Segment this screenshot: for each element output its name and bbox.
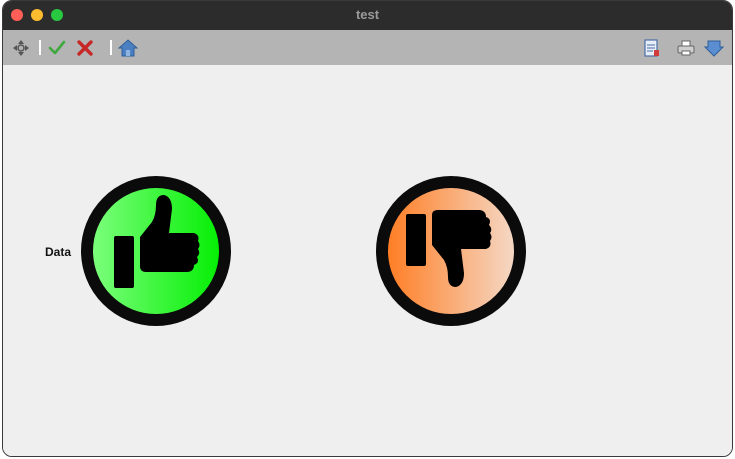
window-title: test bbox=[355, 7, 380, 22]
toolbar-separator bbox=[39, 40, 41, 55]
data-label: Data bbox=[45, 245, 72, 259]
download-icon[interactable] bbox=[703, 38, 725, 58]
app-window: test Data bbox=[2, 0, 733, 457]
main-content: Data bbox=[3, 65, 732, 456]
move-icon[interactable] bbox=[11, 38, 31, 58]
thumbs-up-icon[interactable] bbox=[80, 175, 232, 327]
print-icon[interactable] bbox=[676, 38, 696, 58]
check-icon[interactable] bbox=[47, 38, 67, 58]
toolbar bbox=[3, 30, 732, 65]
title-bar: test bbox=[3, 1, 732, 31]
document-icon[interactable] bbox=[641, 38, 661, 58]
thumbs-down-icon[interactable] bbox=[375, 175, 527, 327]
close-icon[interactable] bbox=[75, 38, 95, 58]
toolbar-separator bbox=[110, 40, 112, 55]
home-icon[interactable] bbox=[117, 38, 139, 58]
